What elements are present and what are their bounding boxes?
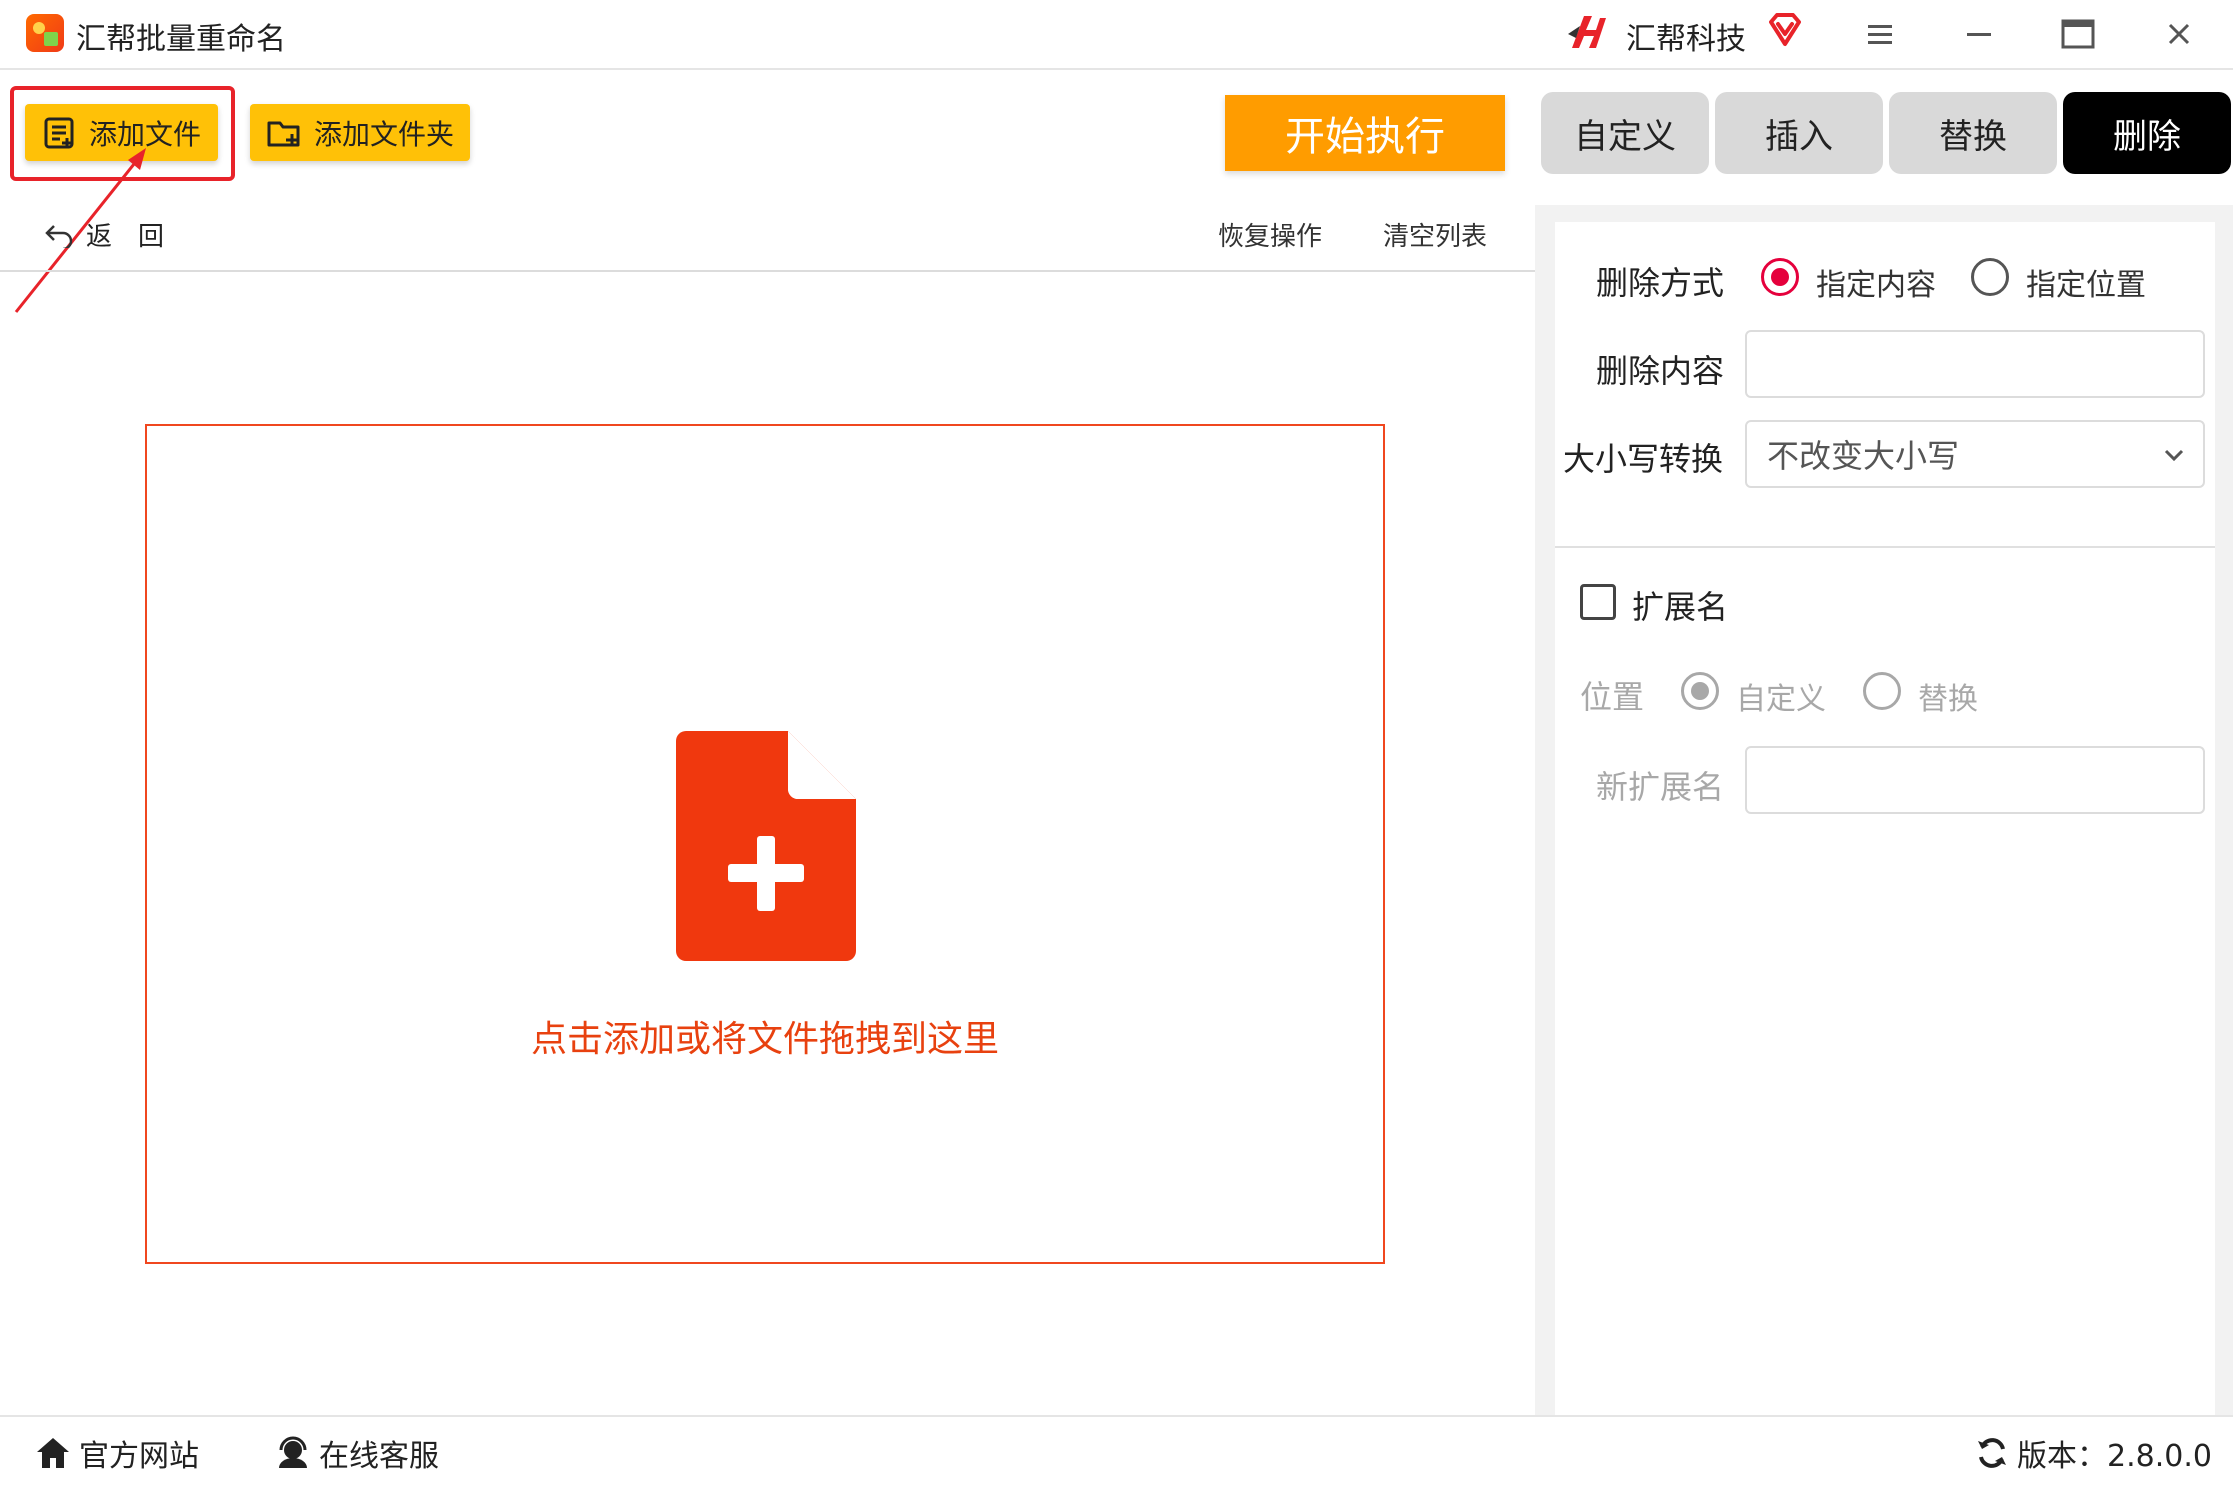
radio-ext-replace-label: 替换 — [1918, 682, 1978, 717]
maximize-icon — [2061, 19, 2095, 49]
restore-button[interactable]: 恢复操作 — [1218, 216, 1322, 253]
add-folder-label: 添加文件夹 — [314, 117, 455, 151]
brand-logo-icon — [1568, 16, 1606, 48]
case-convert-value: 不改变大小写 — [1767, 437, 1960, 475]
status-bar: 官方网站 在线客服 版本：2.8.0.0 — [0, 1415, 2233, 1486]
file-drop-zone[interactable]: 点击添加或将文件拖拽到这里 — [145, 424, 1385, 1264]
back-button[interactable]: 返 回 — [44, 216, 164, 253]
close-button[interactable] — [2155, 10, 2203, 58]
new-extension-input[interactable] — [1745, 746, 2205, 814]
version-info[interactable]: 版本：2.8.0.0 — [1975, 1431, 2212, 1475]
folder-add-icon — [267, 121, 300, 146]
new-extension-label: 新扩展名 — [1596, 768, 1725, 806]
undo-arrow-icon — [45, 224, 73, 248]
radio-specified-position-label: 指定位置 — [2026, 268, 2146, 303]
minimize-icon — [1967, 33, 1991, 36]
menu-button[interactable] — [1856, 10, 1904, 58]
case-convert-label: 大小写转换 — [1563, 440, 1724, 478]
radio-ext-replace[interactable] — [1863, 672, 1901, 710]
radio-ext-custom-label: 自定义 — [1736, 682, 1826, 717]
title-bar: 汇帮批量重命名 汇帮科技 — [0, 0, 2233, 70]
maximize-button[interactable] — [2054, 10, 2102, 58]
mode-tabs: 自定义 插入 替换 删除 — [1541, 92, 2231, 174]
tab-replace[interactable]: 替换 — [1889, 92, 2057, 174]
start-button[interactable]: 开始执行 — [1225, 95, 1505, 171]
settings-panel-inner — [1555, 222, 2215, 1415]
drop-hint-text: 点击添加或将文件拖拽到这里 — [530, 1019, 999, 1060]
official-website-label: 官方网站 — [79, 1439, 199, 1474]
radio-ext-custom[interactable] — [1681, 672, 1719, 710]
delete-content-label: 删除内容 — [1596, 352, 1725, 390]
clear-list-button[interactable]: 清空列表 — [1383, 216, 1487, 253]
official-website-link[interactable]: 官方网站 — [35, 1431, 199, 1475]
online-service-label: 在线客服 — [319, 1439, 439, 1474]
app-logo-icon — [26, 14, 64, 52]
extension-checkbox[interactable] — [1580, 584, 1616, 620]
home-icon — [37, 1438, 69, 1468]
vip-diamond-icon[interactable] — [1765, 10, 1805, 50]
radio-specified-content[interactable] — [1761, 258, 1799, 296]
delete-content-input[interactable] — [1745, 330, 2205, 398]
tab-custom[interactable]: 自定义 — [1541, 92, 1709, 174]
close-icon — [2168, 23, 2190, 45]
tab-delete[interactable]: 删除 — [2063, 92, 2231, 174]
hamburger-icon — [1868, 25, 1892, 44]
refresh-icon — [1978, 1438, 2006, 1468]
back-label: 返 回 — [86, 222, 165, 252]
app-title: 汇帮批量重命名 — [76, 22, 286, 57]
radio-specified-content-label: 指定内容 — [1816, 268, 1936, 303]
online-service-link[interactable]: 在线客服 — [275, 1431, 439, 1475]
version-label: 版本：2.8.0.0 — [2017, 1439, 2212, 1474]
delete-method-label: 删除方式 — [1596, 264, 1725, 302]
tab-insert[interactable]: 插入 — [1715, 92, 1883, 174]
section-divider — [1555, 546, 2215, 548]
ext-position-label: 位置 — [1580, 678, 1645, 716]
list-divider — [0, 270, 1535, 272]
brand-name: 汇帮科技 — [1626, 22, 1746, 57]
chevron-down-icon — [2164, 449, 2184, 462]
add-folder-button[interactable]: 添加文件夹 — [250, 104, 470, 161]
headset-icon — [279, 1436, 307, 1468]
minimize-button[interactable] — [1955, 10, 2003, 58]
file-add-icon — [676, 731, 856, 961]
extension-checkbox-label: 扩展名 — [1632, 588, 1729, 626]
case-convert-select[interactable]: 不改变大小写 — [1745, 420, 2205, 488]
radio-specified-position[interactable] — [1971, 258, 2009, 296]
